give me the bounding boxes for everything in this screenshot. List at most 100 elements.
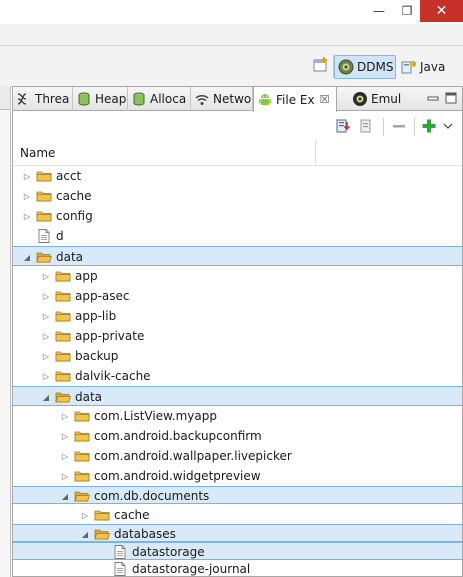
folder-open-icon: [55, 392, 71, 403]
tree-row[interactable]: ▷ com.android.widgetpreview: [13, 466, 462, 486]
tree-row[interactable]: ▷ backup: [13, 346, 462, 366]
window-titlebar: — ❐ ✕: [0, 0, 463, 24]
heap-icon: [78, 92, 90, 106]
collapsed-arrow-icon[interactable]: ▷: [40, 306, 52, 326]
tree-row[interactable]: datastorage: [13, 542, 462, 560]
tab-emulator[interactable]: Emul: [349, 87, 411, 111]
tree-item-label: config: [56, 208, 93, 223]
folder-icon: [55, 271, 71, 282]
pull-file-icon[interactable]: [336, 118, 352, 134]
open-perspective-icon[interactable]: [312, 56, 330, 74]
file-tree: ▷ acct ▷ cache ▷ config d ◢ data ▷ app ▷ app-asec ▷ ap…: [13, 166, 462, 577]
ddms-icon: [338, 59, 354, 75]
push-file-icon[interactable]: [358, 118, 374, 134]
expanded-arrow-icon[interactable]: ◢: [59, 487, 71, 505]
folder-icon: [94, 510, 110, 521]
column-name-header[interactable]: Name: [20, 146, 55, 160]
collapsed-arrow-icon[interactable]: ▷: [59, 466, 71, 486]
perspective-java-button[interactable]: J Java: [399, 55, 463, 79]
minimize-view-icon[interactable]: [426, 91, 440, 105]
tree-item-label: cache: [114, 507, 150, 522]
collapsed-arrow-icon[interactable]: ▷: [21, 166, 33, 186]
column-divider[interactable]: [315, 140, 316, 166]
tab-network[interactable]: Netwo: [191, 87, 253, 111]
folder-icon: [74, 471, 90, 482]
tree-item-label: com.android.widgetpreview: [94, 468, 261, 483]
expanded-arrow-icon[interactable]: ◢: [79, 525, 91, 543]
collapsed-arrow-icon[interactable]: ▷: [40, 366, 52, 386]
close-tab-icon[interactable]: ☒: [320, 93, 330, 106]
tree-row[interactable]: ▷ app-asec: [13, 286, 462, 306]
tree-row[interactable]: ◢ databases: [13, 524, 462, 542]
tree-item-label: com.ListView.myapp: [94, 408, 217, 423]
tree-item-label: d: [56, 228, 64, 243]
tab-threads[interactable]: Threa: [13, 87, 73, 111]
tree-item-label: dalvik-cache: [75, 368, 151, 383]
file-icon: [114, 545, 126, 559]
expanded-arrow-icon[interactable]: ◢: [21, 247, 33, 267]
tree-row[interactable]: ▷ com.android.wallpaper.livepicker: [13, 446, 462, 466]
collapsed-arrow-icon[interactable]: ▷: [21, 206, 33, 226]
tree-item-label: datastorage-journal: [132, 561, 251, 576]
file-icon: [38, 229, 50, 243]
folder-icon: [36, 191, 52, 202]
file-explorer-view: Threa Heap Alloca Netwo File Ex ☒ Emul N…: [12, 86, 463, 577]
file-explorer-toolbar: [13, 112, 462, 140]
tree-row[interactable]: ▷ com.ListView.myapp: [13, 406, 462, 426]
collapsed-arrow-icon[interactable]: ▷: [40, 346, 52, 366]
tree-row[interactable]: datastorage-journal: [13, 560, 462, 577]
perspective-ddms-label: DDMS: [357, 60, 394, 74]
maximize-view-icon[interactable]: [444, 91, 458, 105]
tree-row[interactable]: ▷ acct: [13, 166, 462, 186]
folder-icon: [74, 451, 90, 462]
view-menu-icon[interactable]: [442, 118, 454, 134]
tree-row[interactable]: ▷ app-private: [13, 326, 462, 346]
tree-row[interactable]: ◢ data: [13, 246, 462, 266]
java-icon: J: [401, 61, 416, 74]
collapsed-arrow-icon[interactable]: ▷: [79, 506, 91, 524]
delete-icon[interactable]: [391, 118, 407, 134]
tab-heap[interactable]: Heap: [73, 87, 128, 111]
collapsed-arrow-icon[interactable]: ▷: [59, 406, 71, 426]
network-icon: [195, 94, 209, 105]
tree-row[interactable]: ▷ cache: [13, 186, 462, 206]
folder-icon: [36, 171, 52, 182]
collapsed-arrow-icon[interactable]: ▷: [40, 326, 52, 346]
tree-row[interactable]: ▷ config: [13, 206, 462, 226]
tree-item-label: com.android.backupconfirm: [94, 428, 262, 443]
perspective-java-label: Java: [420, 60, 446, 74]
collapsed-arrow-icon[interactable]: ▷: [59, 426, 71, 446]
tree-row[interactable]: ◢ data: [13, 386, 462, 406]
tree-row[interactable]: ▷ app: [13, 266, 462, 286]
expanded-arrow-icon[interactable]: ◢: [40, 387, 52, 407]
new-folder-icon[interactable]: [421, 118, 437, 134]
toolbar-separator: [414, 118, 415, 136]
maximize-button[interactable]: ❐: [394, 0, 420, 22]
perspective-ddms-button[interactable]: DDMS: [334, 55, 396, 79]
tab-file-explorer[interactable]: File Ex ☒: [253, 87, 337, 112]
tab-allocation[interactable]: Alloca: [128, 87, 191, 111]
collapsed-arrow-icon[interactable]: ▷: [21, 186, 33, 206]
column-header[interactable]: Name: [13, 140, 462, 166]
folder-icon: [36, 211, 52, 222]
tree-item-label: acct: [56, 168, 82, 183]
view-tab-bar: Threa Heap Alloca Netwo File Ex ☒ Emul: [13, 87, 462, 112]
tree-row[interactable]: ▷ com.android.backupconfirm: [13, 426, 462, 446]
toolbar-separator: [383, 118, 384, 136]
svg-text:J: J: [411, 62, 413, 68]
collapsed-arrow-icon[interactable]: ▷: [40, 266, 52, 286]
collapsed-arrow-icon[interactable]: ▷: [59, 446, 71, 466]
tree-row[interactable]: ▷ app-lib: [13, 306, 462, 326]
left-panel-tab: [0, 86, 11, 110]
folder-open-icon: [94, 529, 110, 540]
tree-row[interactable]: ▷ cache: [13, 506, 462, 524]
close-window-button[interactable]: ✕: [420, 0, 463, 22]
emulator-icon: [353, 92, 367, 106]
collapsed-arrow-icon[interactable]: ▷: [40, 286, 52, 306]
minimize-button[interactable]: —: [366, 0, 392, 22]
tree-item-label: app-lib: [75, 308, 117, 323]
tree-row[interactable]: d: [13, 226, 462, 246]
tab-label: Alloca: [150, 92, 187, 106]
tree-row[interactable]: ◢ com.db.documents: [13, 486, 462, 504]
tree-row[interactable]: ▷ dalvik-cache: [13, 366, 462, 386]
